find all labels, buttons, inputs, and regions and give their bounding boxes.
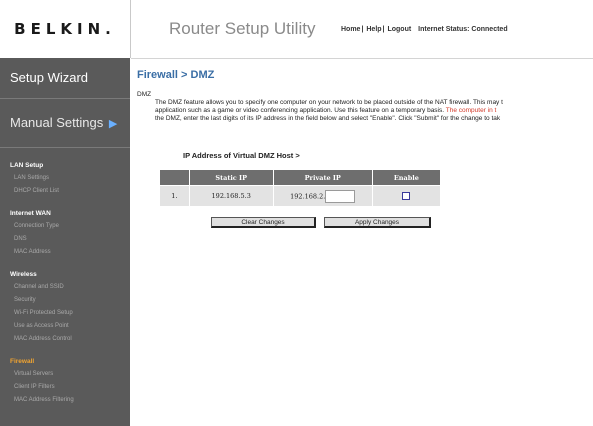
dmz-table: Static IP Private IP Enable 1. 192.168.5… xyxy=(159,169,442,207)
section-lan-setup[interactable]: LAN Setup xyxy=(0,160,130,172)
column-header-private-ip: Private IP xyxy=(272,169,373,186)
private-ip-cell: 192.168.2. xyxy=(272,185,373,207)
sidebar-item-wps[interactable]: Wi-Fi Protected Setup xyxy=(0,307,130,320)
sidebar-item-mac-filtering[interactable]: MAC Address Filtering xyxy=(0,394,130,407)
column-header-index xyxy=(159,169,190,186)
section-wireless[interactable]: Wireless xyxy=(0,269,130,281)
apply-changes-button[interactable]: Apply Changes xyxy=(324,217,431,228)
sidebar-item-lan-settings[interactable]: LAN Settings xyxy=(0,172,130,185)
description-warning: The computer in t xyxy=(444,107,497,114)
sidebar-item-virtual-servers[interactable]: Virtual Servers xyxy=(0,368,130,381)
enable-checkbox[interactable] xyxy=(402,192,411,200)
virtual-host-label: IP Address of Virtual DMZ Host > xyxy=(183,151,300,160)
logo-box: BELKIN. xyxy=(0,0,131,58)
triangle-right-icon: ▶ xyxy=(108,118,118,130)
static-ip-value: 192.168.5.3 xyxy=(188,185,274,207)
enable-cell xyxy=(371,185,442,207)
top-bar: Router Setup Utility Home| Help| Logout … xyxy=(131,0,593,59)
link-separator: | xyxy=(382,26,385,33)
column-header-enable: Enable xyxy=(371,169,442,186)
belkin-logo: BELKIN. xyxy=(14,20,116,38)
sidebar-item-mac-control[interactable]: MAC Address Control xyxy=(0,333,130,346)
sidebar-item-client-ip-filters[interactable]: Client IP Filters xyxy=(0,381,130,394)
sidebar-item-dhcp-client-list[interactable]: DHCP Client List xyxy=(0,185,130,198)
sidebar-item-connection-type[interactable]: Connection Type xyxy=(0,220,130,233)
sidebar: Setup Wizard Manual Settings ▶ LAN Setup… xyxy=(0,58,130,426)
section-internet-wan[interactable]: Internet WAN xyxy=(0,208,130,220)
manual-settings-label: Manual Settings xyxy=(10,115,104,130)
row-index: 1. xyxy=(159,185,190,207)
description: The DMZ feature allows you to specify on… xyxy=(155,99,593,123)
table-row: 1. 192.168.5.3 192.168.2. xyxy=(159,185,442,207)
breadcrumb: Firewall > DMZ xyxy=(137,69,215,81)
private-ip-input[interactable] xyxy=(325,189,356,203)
help-link[interactable]: Help xyxy=(366,26,381,33)
description-line: application such as a game or video conf… xyxy=(155,107,593,115)
sidebar-item-security[interactable]: Security xyxy=(0,294,130,307)
description-line: the DMZ, enter the last digits of its IP… xyxy=(155,115,501,122)
description-text: application such as a game or video conf… xyxy=(155,107,445,114)
internet-status: Internet Status: Connected xyxy=(418,26,508,33)
home-link[interactable]: Home xyxy=(341,26,360,33)
private-ip-prefix: 192.168.2. xyxy=(290,192,326,200)
sidebar-item-channel-ssid[interactable]: Channel and SSID xyxy=(0,281,130,294)
manual-settings-header[interactable]: Manual Settings ▶ xyxy=(0,99,130,148)
main-content: Firewall > DMZ DMZ The DMZ feature allow… xyxy=(131,59,593,426)
table-header-row: Static IP Private IP Enable xyxy=(159,169,442,186)
section-label: DMZ xyxy=(137,91,152,98)
column-header-static-ip: Static IP xyxy=(188,169,274,186)
sidebar-item-dns[interactable]: DNS xyxy=(0,233,130,246)
sidebar-item-access-point[interactable]: Use as Access Point xyxy=(0,320,130,333)
logout-link[interactable]: Logout xyxy=(387,26,411,33)
setup-wizard-link[interactable]: Setup Wizard xyxy=(0,58,130,99)
clear-changes-button[interactable]: Clear Changes xyxy=(211,217,316,228)
sidebar-item-mac-address[interactable]: MAC Address xyxy=(0,246,130,259)
section-firewall[interactable]: Firewall xyxy=(0,356,130,368)
header-links: Home| Help| Logout Internet Status: Conn… xyxy=(341,26,508,33)
sidebar-nav: LAN Setup LAN Settings DHCP Client List … xyxy=(0,148,130,407)
link-separator: | xyxy=(361,26,364,33)
description-line: The DMZ feature allows you to specify on… xyxy=(155,99,503,106)
app-title: Router Setup Utility xyxy=(169,19,316,38)
